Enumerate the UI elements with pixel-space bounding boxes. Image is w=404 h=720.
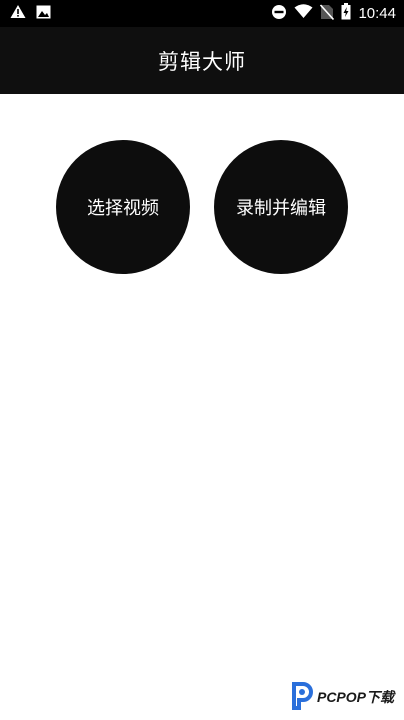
watermark-text: PCPOP下载 bbox=[316, 689, 394, 705]
record-and-edit-label: 录制并编辑 bbox=[236, 198, 326, 219]
dnd-icon bbox=[271, 4, 287, 24]
image-icon bbox=[36, 4, 51, 23]
pcpop-watermark: PCPOP下载 bbox=[288, 680, 394, 714]
app-bar: 剪辑大师 bbox=[0, 27, 404, 94]
battery-charging-icon bbox=[341, 3, 351, 24]
warning-icon bbox=[10, 4, 26, 23]
no-sim-icon bbox=[320, 3, 335, 24]
status-time: 10:44 bbox=[358, 4, 396, 22]
page-title: 剪辑大师 bbox=[158, 50, 246, 74]
pcpop-logo-icon bbox=[288, 680, 314, 714]
record-and-edit-button[interactable]: 录制并编辑 bbox=[214, 140, 348, 274]
select-video-button[interactable]: 选择视频 bbox=[56, 140, 190, 274]
wifi-icon bbox=[294, 4, 313, 23]
select-video-label: 选择视频 bbox=[87, 198, 159, 219]
status-bar: 10:44 bbox=[0, 0, 404, 27]
